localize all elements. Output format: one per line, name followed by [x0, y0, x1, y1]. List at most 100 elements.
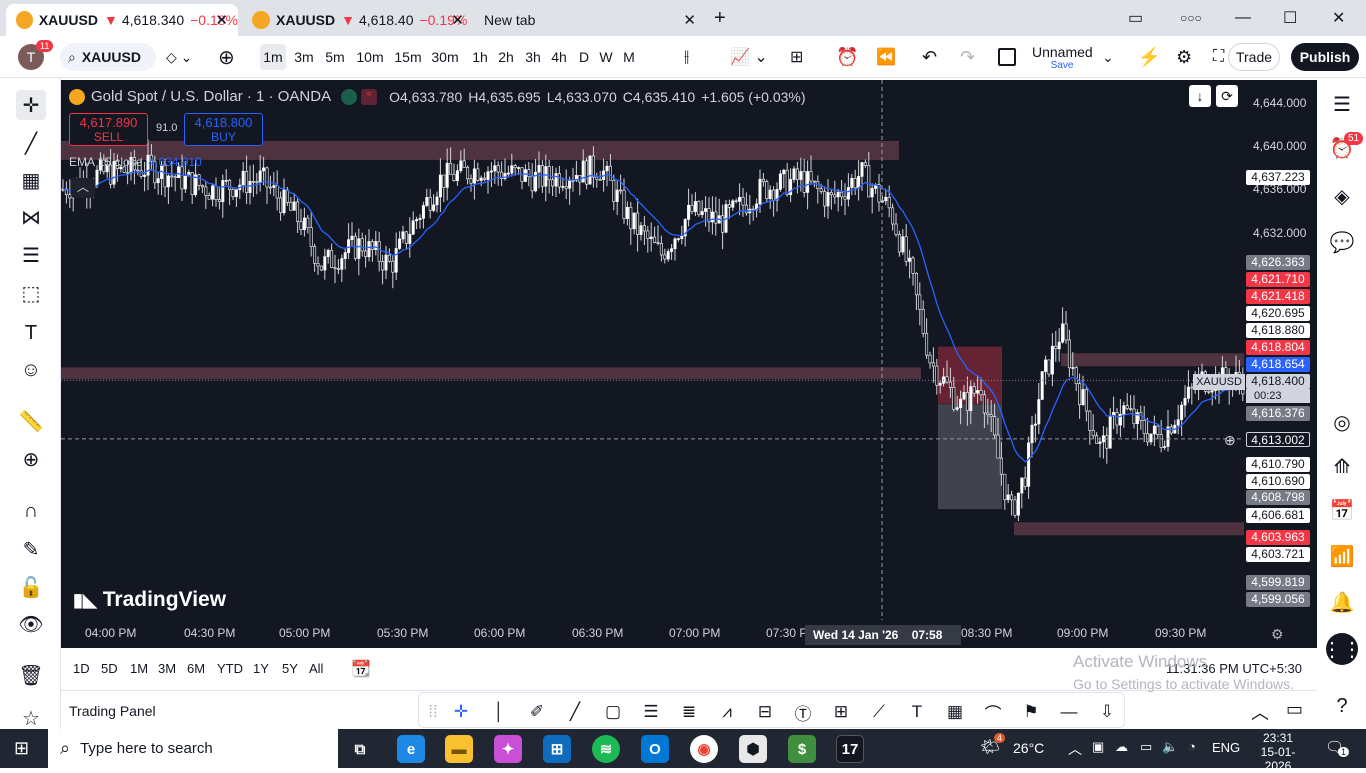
- zoom-in-icon[interactable]: ⊕: [16, 444, 46, 474]
- range-All[interactable]: All: [309, 661, 323, 676]
- timeframe-M[interactable]: M: [621, 44, 637, 70]
- chevron-down-icon[interactable]: ⌄: [1102, 36, 1114, 78]
- fullscreen-icon[interactable]: ⛶: [1213, 36, 1224, 78]
- minimize-icon[interactable]: —: [1235, 0, 1251, 36]
- trend-line-icon[interactable]: ╱: [563, 701, 587, 723]
- crosshair-icon[interactable]: ✛: [16, 90, 46, 120]
- watchlist-diamond-icon[interactable]: ◇ ⌄: [166, 36, 192, 78]
- ruler-icon[interactable]: 📏: [16, 406, 46, 436]
- range-6M[interactable]: 6M: [187, 661, 205, 676]
- text-icon[interactable]: T: [16, 318, 46, 348]
- text-box-icon[interactable]: Ⓣ: [791, 701, 815, 724]
- trash-icon[interactable]: 🗑: [16, 660, 46, 690]
- close-tab-icon[interactable]: ✕: [451, 11, 464, 29]
- position-icon[interactable]: ⊞: [829, 701, 853, 723]
- timeframe-10m[interactable]: 10m: [355, 44, 385, 70]
- rectangle-icon[interactable]: ▢: [601, 701, 625, 723]
- avatar[interactable]: T 11: [18, 36, 54, 78]
- timeframe-W[interactable]: W: [597, 44, 615, 70]
- fib-grid-icon[interactable]: ▦: [16, 165, 46, 195]
- emoji-icon[interactable]: ☺: [16, 355, 46, 385]
- new-tab-button[interactable]: +: [714, 0, 726, 36]
- timeframe-5m[interactable]: 5m: [323, 44, 347, 70]
- favorite-star-icon[interactable]: ☆: [16, 708, 46, 730]
- brush-icon[interactable]: ✐: [525, 701, 549, 723]
- timeframe-2h[interactable]: 2h: [496, 44, 516, 70]
- candlestick-plot[interactable]: [61, 80, 1317, 648]
- edge-icon[interactable]: e: [397, 735, 425, 763]
- tray-device-icon[interactable]: ▣: [1092, 739, 1104, 755]
- pattern-icon[interactable]: ⋈: [16, 202, 46, 232]
- browser-tab-xauusd-2[interactable]: XAUUSD ▼ 4,618.40 −0.19% ✕: [242, 4, 474, 36]
- trading-panel-tab[interactable]: Trading Panel: [69, 703, 156, 719]
- metatrader-icon[interactable]: $: [788, 735, 816, 763]
- expand-panel-icon[interactable]: ︿: [1251, 699, 1269, 725]
- pitchfork-icon[interactable]: ⟋: [867, 701, 891, 723]
- browser-tab-xauusd-1[interactable]: XAUUSD ▼ 4,618.340 −0.18% ✕: [6, 4, 238, 36]
- layout-square-icon[interactable]: [998, 36, 1016, 78]
- scroll-down-icon[interactable]: ↓: [1189, 85, 1211, 107]
- layers-icon[interactable]: ◈: [1326, 180, 1358, 212]
- file-explorer-icon[interactable]: ▬: [445, 735, 473, 763]
- curve-icon[interactable]: ⌒: [981, 701, 1005, 724]
- flag-icon[interactable]: ⚑: [1019, 701, 1043, 723]
- timeframe-3h[interactable]: 3h: [523, 44, 543, 70]
- range-1D[interactable]: 1D: [73, 661, 90, 676]
- settings-icon[interactable]: ⚙: [1176, 36, 1192, 78]
- symbol-search[interactable]: ⌕ XAUUSD: [60, 43, 156, 71]
- drag-handle-icon[interactable]: ⁞⁞: [421, 701, 445, 723]
- magnet-icon[interactable]: ∩: [16, 496, 46, 526]
- candle-type-icon[interactable]: ⫲: [684, 36, 689, 78]
- layouts-icon[interactable]: ⊞: [790, 36, 803, 78]
- indicators-icon[interactable]: 📈 ⌄: [730, 36, 768, 78]
- outlook-icon[interactable]: O: [641, 735, 669, 763]
- taskbar-clock[interactable]: 23:31 15-01-2026: [1250, 731, 1306, 773]
- signal-icon[interactable]: 📶: [1326, 540, 1358, 572]
- tradingview-taskbar-icon[interactable]: 17: [836, 735, 864, 763]
- range-1M[interactable]: 1M: [130, 661, 148, 676]
- close-window-icon[interactable]: ✕: [1332, 0, 1345, 36]
- spotify-icon[interactable]: ≋: [592, 735, 620, 763]
- fib-retracement-icon[interactable]: ☰: [639, 701, 663, 723]
- windows-start-icon[interactable]: ⊞: [14, 738, 29, 759]
- alerts-clock-icon[interactable]: ⏰ 51: [1326, 132, 1364, 164]
- bell-icon[interactable]: 🔔: [1326, 586, 1358, 618]
- timeframe-30m[interactable]: 30m: [429, 44, 461, 70]
- refresh-icon[interactable]: ⟳: [1216, 85, 1238, 107]
- replay-icon[interactable]: ⏪: [876, 36, 896, 78]
- crosshair-icon[interactable]: ✛: [449, 701, 473, 723]
- store-icon[interactable]: ⊞: [543, 735, 571, 763]
- publish-button[interactable]: Publish: [1291, 43, 1359, 71]
- trend-line-icon[interactable]: ╱: [16, 128, 46, 158]
- horizontal-ray-icon[interactable]: —: [1057, 701, 1081, 723]
- grid-icon[interactable]: ▦: [943, 701, 967, 723]
- apps-icon[interactable]: ⋮⋮: [1322, 633, 1362, 665]
- chat-icon[interactable]: 💬: [1326, 226, 1358, 258]
- close-tab-icon[interactable]: ✕: [215, 11, 228, 29]
- help-icon[interactable]: ?: [1326, 690, 1358, 722]
- range-1Y[interactable]: 1Y: [253, 661, 269, 676]
- layout-name-button[interactable]: Unnamed Save: [1032, 44, 1093, 71]
- package-icon[interactable]: ⬢: [739, 735, 767, 763]
- browser-tab-new[interactable]: New tab ✕: [474, 4, 706, 36]
- chrome-icon[interactable]: ◉: [690, 735, 718, 763]
- quick-search-icon[interactable]: ⚡: [1138, 36, 1160, 78]
- timeframe-1h[interactable]: 1h: [470, 44, 490, 70]
- timeframe-1m[interactable]: 1m: [260, 44, 286, 70]
- compare-add-icon[interactable]: ⊕: [218, 36, 235, 78]
- taskbar-search[interactable]: ⌕ Type here to search: [48, 729, 338, 768]
- range-5D[interactable]: 5D: [101, 661, 118, 676]
- vertical-line-icon[interactable]: │: [487, 701, 511, 723]
- text-icon[interactable]: T: [905, 701, 929, 723]
- range-YTD[interactable]: YTD: [217, 661, 243, 676]
- lock-drawing-icon[interactable]: ✎: [16, 534, 46, 564]
- onedrive-icon[interactable]: ☁: [1115, 739, 1128, 755]
- collapse-legend-icon[interactable]: ︿: [71, 178, 95, 198]
- maximize-panel-icon[interactable]: ▭: [1286, 699, 1303, 720]
- range-3M[interactable]: 3M: [158, 661, 176, 676]
- add-alert-plus-icon[interactable]: ⊕: [1224, 432, 1236, 449]
- timeframe-15m[interactable]: 15m: [393, 44, 423, 70]
- alert-icon[interactable]: ⏰: [836, 36, 858, 78]
- trade-button[interactable]: Trade: [1228, 43, 1280, 71]
- tray-chevron-icon[interactable]: ︿: [1068, 739, 1082, 759]
